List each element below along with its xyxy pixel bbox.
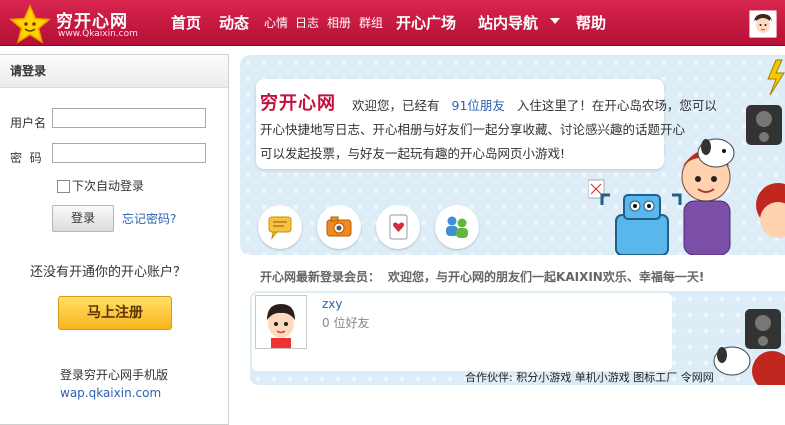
chat-bubble-icon <box>268 216 292 240</box>
username-label: 用户名 <box>10 116 47 130</box>
partner-link[interactable]: 令网网 <box>681 371 714 384</box>
feature-chat[interactable] <box>258 205 302 249</box>
username-input[interactable] <box>52 108 206 128</box>
member-avatar[interactable] <box>255 295 307 349</box>
password-input[interactable] <box>52 143 206 163</box>
site-url: www.Qkaixin.com <box>58 29 138 39</box>
nav-mood[interactable]: 心情 <box>264 0 288 45</box>
feature-games[interactable] <box>376 205 420 249</box>
partner-link[interactable]: 单机小游戏 <box>575 371 630 384</box>
login-button[interactable]: 登录 <box>52 205 114 232</box>
welcome-banner: 穷开心网 欢迎您，已经有 91位朋友 入住这里了！在开心岛农场，您可以 开心快捷… <box>240 55 785 255</box>
member-avatar-icon <box>256 296 306 348</box>
camera-icon <box>326 216 352 237</box>
password-label: 密 码 <box>10 151 42 165</box>
avatar-face-icon <box>750 11 776 37</box>
member-card: zxy 0 位好友 <box>252 293 672 371</box>
latest-members-subtitle: 欢迎您，与开心网的朋友们一起KAIXIN欢乐、幸福每一天! <box>388 270 705 284</box>
star-logo-icon <box>9 4 51 44</box>
mobile-version-text: 登录穷开心网手机版 <box>60 368 169 382</box>
welcome-text-a: 欢迎您，已经有 <box>352 98 440 113</box>
login-panel: 请登录 用户名 密 码 下次自动登录 登录 忘记密码? 还没有开通你的开心账户？… <box>0 54 229 425</box>
nav-home[interactable]: 首页 <box>171 0 201 45</box>
mobile-version-link[interactable]: wap.qkaixin.com <box>60 386 161 400</box>
playing-card-icon <box>389 214 408 240</box>
feature-album[interactable] <box>317 205 361 249</box>
partners-bar: 合作伙伴: 积分小游戏 单机小游戏 图标工厂 令网网 <box>465 369 714 385</box>
remember-me-label[interactable]: 下次自动登录 <box>72 177 144 194</box>
no-account-text: 还没有开通你的开心账户？ <box>30 265 187 280</box>
feature-friends[interactable] <box>435 205 479 249</box>
nav-feed[interactable]: 动态 <box>219 0 249 45</box>
site-logo[interactable]: 穷开心网 www.Qkaixin.com <box>8 4 138 44</box>
login-panel-title: 请登录 <box>0 55 228 88</box>
user-avatar[interactable] <box>749 10 777 38</box>
nav-help[interactable]: 帮助 <box>576 0 606 45</box>
forgot-password-link[interactable]: 忘记密码? <box>122 210 176 227</box>
top-navigation-bar: 穷开心网 www.Qkaixin.com 首页 动态 心情 日志 相册 群组 开… <box>0 0 785 46</box>
people-group-icon <box>446 216 468 238</box>
register-button[interactable]: 马上注册 <box>58 296 172 330</box>
nav-album[interactable]: 相册 <box>327 0 351 45</box>
partners-label: 合作伙伴: <box>465 371 513 384</box>
nav-groups[interactable]: 群组 <box>359 0 383 45</box>
latest-members-heading: 开心网最新登录会员： 欢迎您，与开心网的朋友们一起KAIXIN欢乐、幸福每一天! <box>260 268 704 285</box>
latest-members-title: 开心网最新登录会员： <box>260 270 381 284</box>
partner-link[interactable]: 图标工厂 <box>633 371 677 384</box>
member-name[interactable]: zxy <box>322 297 343 311</box>
friend-count[interactable]: 91位朋友 <box>452 98 505 113</box>
partner-link[interactable]: 积分小游戏 <box>516 371 571 384</box>
member-friend-count: 0 位好友 <box>322 316 370 330</box>
nav-site-guide[interactable]: 站内导航 <box>478 0 538 45</box>
chevron-down-icon[interactable] <box>550 18 560 24</box>
cartoon-characters-illustration <box>588 59 785 255</box>
nav-plaza[interactable]: 开心广场 <box>396 0 456 45</box>
remember-me-checkbox[interactable] <box>57 180 70 193</box>
nav-blog[interactable]: 日志 <box>295 0 319 45</box>
